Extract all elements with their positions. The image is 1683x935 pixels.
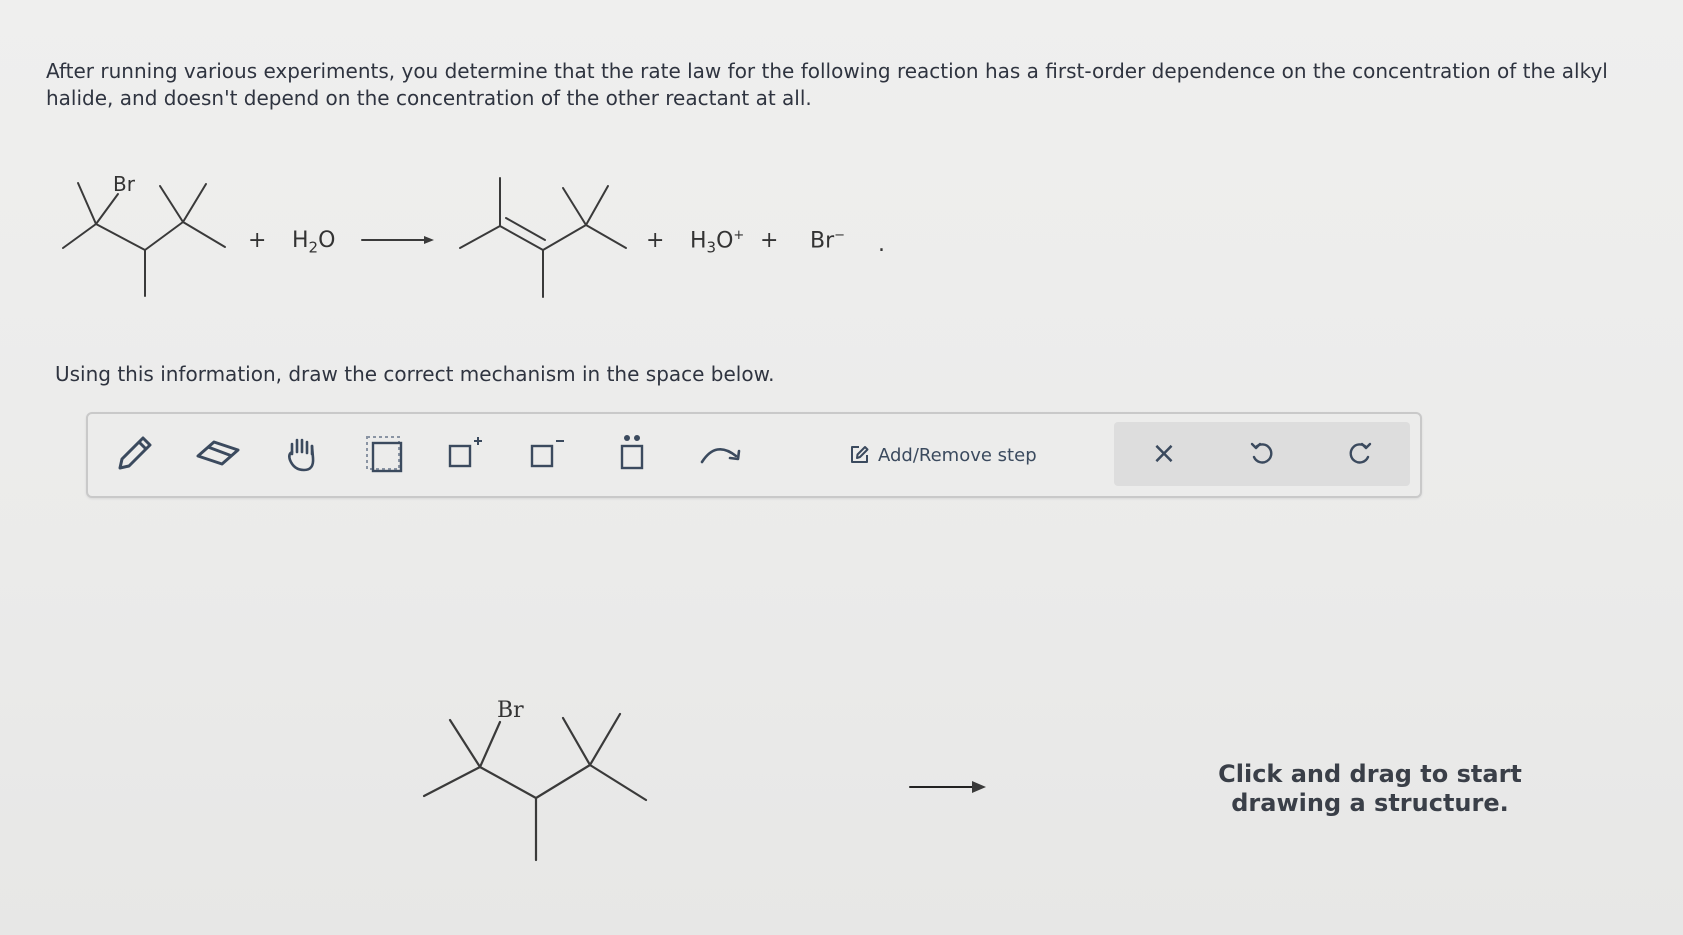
reactant-skeleton: [62, 182, 226, 297]
edit-icon: [851, 446, 869, 463]
water-formula: H2O: [292, 228, 336, 257]
curved-arrow-icon: [700, 448, 741, 464]
eraser-tool[interactable]: [190, 428, 246, 480]
hint-line-1: Click and drag to start: [1218, 760, 1522, 788]
page: After running various experiments, you d…: [0, 0, 1683, 935]
hint-line-2: drawing a structure.: [1231, 789, 1509, 817]
redo-icon: [1349, 442, 1372, 464]
hand-icon: [288, 438, 315, 472]
reactant-br-label: Br: [113, 172, 135, 196]
plus-sign-2: +: [646, 228, 665, 253]
move-tool[interactable]: [274, 428, 330, 480]
box-plus-icon: [448, 437, 482, 468]
selection-box-icon: [366, 436, 403, 473]
eraser-icon: [196, 440, 240, 466]
pencil-icon: [118, 436, 152, 470]
bromide-formula: Br−: [810, 228, 846, 254]
undo-icon: [1250, 442, 1273, 464]
box-dots-icon: [620, 435, 644, 470]
curved-arrow-tool[interactable]: [694, 428, 750, 480]
product-skeleton: [459, 177, 627, 298]
positive-charge-tool[interactable]: [438, 428, 494, 480]
canvas-hint: Click and drag to start drawing a struct…: [1180, 760, 1560, 818]
drawing-canvas[interactable]: [20, 500, 1660, 925]
undo-button[interactable]: [1232, 430, 1292, 478]
hydronium-formula: H3O+: [690, 228, 745, 257]
plus-sign-3: +: [760, 228, 779, 253]
reaction-arrowhead: [424, 236, 434, 244]
drawing-toolbar: Add/Remove step ×: [86, 412, 1422, 498]
add-remove-step-label: Add/Remove step: [878, 444, 1037, 466]
history-controls: ×: [1114, 422, 1410, 486]
select-tool[interactable]: [356, 428, 412, 480]
instruction-text: Using this information, draw the correct…: [55, 362, 775, 386]
add-remove-step-button[interactable]: Add/Remove step: [848, 438, 1037, 472]
lone-pair-tool[interactable]: [604, 428, 660, 480]
reaction-period: .: [878, 232, 885, 257]
pencil-tool[interactable]: [106, 428, 162, 480]
redo-button[interactable]: [1330, 430, 1390, 478]
box-minus-icon: [530, 440, 564, 468]
canvas-br-label: Br: [497, 698, 524, 723]
plus-sign-1: +: [248, 228, 267, 253]
clear-button[interactable]: ×: [1134, 430, 1194, 478]
negative-charge-tool[interactable]: [520, 428, 576, 480]
close-icon: ×: [1151, 436, 1177, 471]
